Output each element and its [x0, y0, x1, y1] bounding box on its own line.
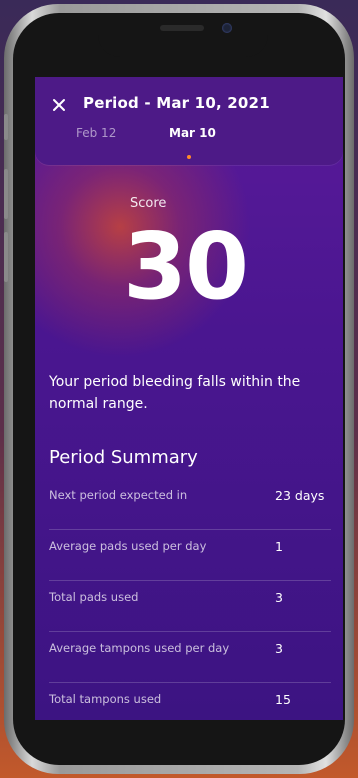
active-tab-indicator — [187, 155, 191, 159]
summary-row-value: 15 — [275, 692, 291, 707]
summary-row-value: 3 — [275, 590, 283, 605]
header: Period - Mar 10, 2021 Feb 12 Mar 10 — [35, 77, 343, 165]
summary-row-value: 23 days — [275, 488, 325, 503]
summary-row-value: 1 — [275, 539, 283, 554]
summary-title: Period Summary — [49, 447, 198, 468]
summary-row: Average pads used per day 1 — [49, 529, 331, 581]
mute-switch — [4, 114, 8, 140]
app-screen: Period - Mar 10, 2021 Feb 12 Mar 10 Scor… — [35, 77, 343, 720]
summary-row-label: Total tampons used — [49, 692, 162, 706]
volume-down-button — [4, 232, 8, 282]
camera-icon — [222, 23, 232, 33]
phone-frame: Period - Mar 10, 2021 Feb 12 Mar 10 Scor… — [4, 4, 354, 774]
summary-row: Average tampons used per day 3 — [49, 631, 331, 683]
summary-row-label: Average tampons used per day — [49, 641, 230, 655]
phone-notch — [98, 13, 268, 57]
summary-row-label: Next period expected in — [49, 488, 188, 502]
tab-mar-10[interactable]: Mar 10 — [169, 126, 216, 140]
tab-feb-12[interactable]: Feb 12 — [76, 126, 116, 140]
summary-row: Total tampons used 15 — [49, 682, 331, 720]
summary-row-label: Total pads used — [49, 590, 139, 604]
result-message: Your period bleeding falls within the no… — [49, 374, 301, 412]
close-icon[interactable] — [51, 97, 67, 113]
speaker-grille — [160, 25, 204, 31]
page-title: Period - Mar 10, 2021 — [83, 94, 270, 112]
score-value: 30 — [123, 213, 249, 320]
summary-row-value: 3 — [275, 641, 283, 656]
score-label: Score — [130, 196, 167, 211]
summary-row: Total pads used 3 — [49, 580, 331, 632]
summary-row-label: Average pads used per day — [49, 539, 207, 553]
summary-row: Next period expected in 23 days — [49, 478, 331, 530]
volume-up-button — [4, 169, 8, 219]
